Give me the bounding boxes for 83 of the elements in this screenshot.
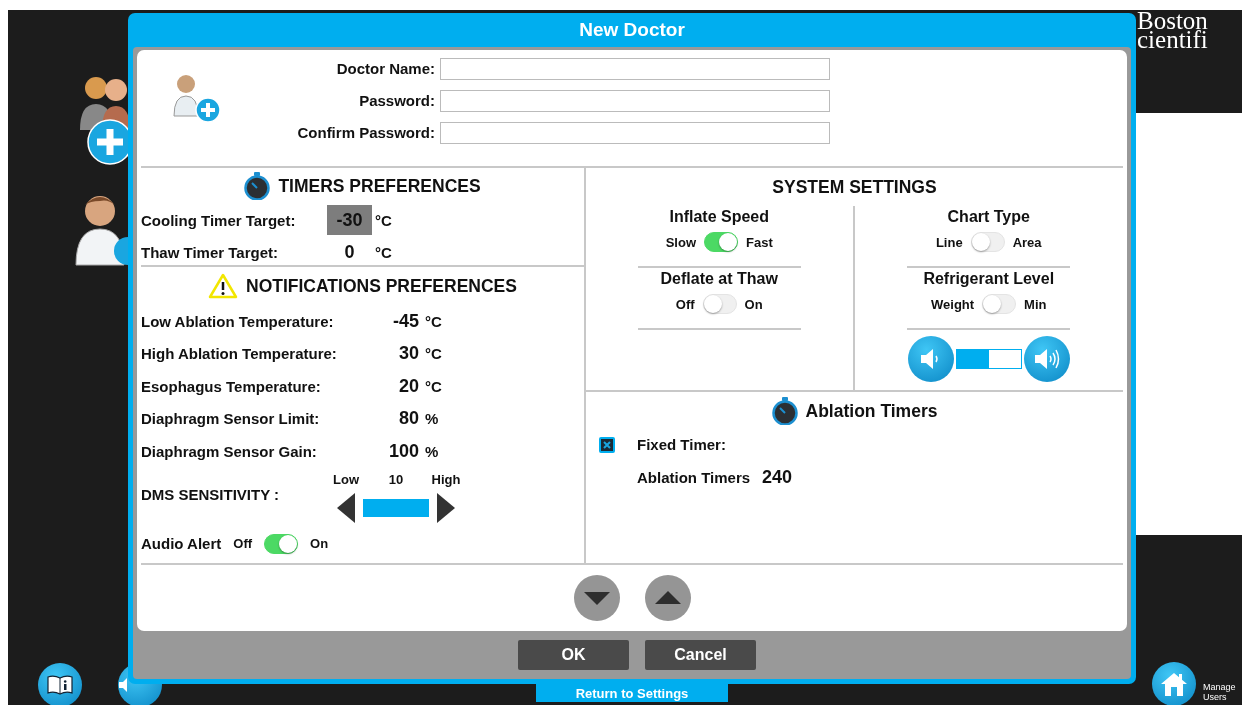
setting-title: Chart Type: [947, 208, 1030, 226]
setting-value[interactable]: 80: [377, 408, 419, 430]
toggle-switch[interactable]: [264, 533, 299, 554]
setting-label: Ablation Timers: [637, 469, 751, 486]
volume-up-button[interactable]: [1023, 336, 1070, 382]
value-field[interactable]: -30: [327, 205, 372, 235]
book-info-icon: [47, 675, 73, 695]
checkbox-label: Fixed Timer:: [637, 436, 726, 453]
setting-value[interactable]: 100: [377, 440, 419, 462]
scale-label: Low: [333, 471, 359, 489]
toggle-switch[interactable]: [982, 294, 1017, 314]
toggle-label: Fast: [746, 234, 773, 250]
scale-label: 10: [388, 471, 404, 489]
input-field[interactable]: [440, 58, 830, 80]
section-title: NOTIFICATIONS PREFERENCES: [246, 275, 517, 297]
scroll-down-button[interactable]: [573, 575, 620, 621]
setting-label: High Ablation Temperature:: [141, 345, 338, 363]
checkbox[interactable]: [599, 436, 615, 453]
volume-down-button[interactable]: [907, 336, 954, 382]
home-icon: [1160, 671, 1188, 697]
section-title: TIMERS PREFERENCES: [278, 175, 481, 197]
warning-icon: [208, 273, 238, 299]
toggle-label: Area: [1012, 234, 1042, 250]
toggle-label: Off: [675, 296, 695, 312]
manage-users-label: Manage Users: [1203, 682, 1237, 702]
setting-label: Audio Alert: [141, 535, 222, 552]
toggle-label: On: [744, 296, 763, 312]
setting-label: Diaphragm Sensor Gain:: [141, 442, 318, 460]
value-field[interactable]: 0: [327, 237, 372, 267]
setting-label: Esophagus Temperature:: [141, 377, 322, 395]
toggle-label: On: [310, 536, 329, 551]
logo-text: cientifi: [1137, 30, 1208, 49]
setting-label: Thaw Timer Target:: [141, 243, 279, 261]
stopwatch-icon: [244, 172, 271, 200]
up-triangle-icon: [654, 590, 681, 606]
setting-label: Diaphragm Sensor Limit:: [141, 410, 321, 428]
setting-title: Refrigerant Level: [923, 270, 1055, 288]
setting-title: Deflate at Thaw: [660, 270, 778, 288]
speaker-high-icon: [1032, 346, 1061, 372]
unit-label: °C: [425, 377, 443, 395]
stopwatch-icon: [771, 397, 798, 425]
toggle-label: Off: [233, 536, 253, 551]
scale-label: High: [431, 471, 461, 489]
setting-label: Low Ablation Temperature:: [141, 312, 335, 330]
input-field[interactable]: [440, 122, 830, 144]
section-title: SYSTEM SETTINGS: [771, 175, 938, 199]
setting-value[interactable]: 20: [377, 375, 419, 397]
setting-value: 240: [762, 467, 793, 488]
unit-label: °C: [374, 211, 393, 229]
volume-bar[interactable]: [955, 349, 1022, 369]
toggle-switch[interactable]: [704, 232, 739, 252]
scroll-up-button[interactable]: [644, 575, 691, 621]
toggle-label: Weight: [931, 296, 975, 312]
setting-value[interactable]: 30: [377, 343, 419, 365]
speaker-icon: [119, 677, 127, 693]
doctor-icon[interactable]: [74, 193, 130, 269]
setting-title: Inflate Speed: [669, 208, 770, 226]
ok-button[interactable]: OK: [518, 640, 629, 670]
cancel-button[interactable]: Cancel: [645, 640, 756, 670]
unit-label: °C: [374, 243, 393, 261]
dialog-title: New Doctor: [578, 18, 686, 42]
setting-label: Cooling Timer Target:: [141, 211, 297, 229]
setting-value[interactable]: -45: [377, 310, 419, 332]
field-label: Confirm Password:: [296, 123, 435, 143]
down-triangle-icon: [583, 590, 610, 606]
section-title: Ablation Timers: [805, 400, 938, 422]
logo-text: Boston: [1137, 11, 1208, 30]
toggle-switch[interactable]: [702, 294, 737, 314]
unit-label: °C: [425, 345, 443, 363]
toggle-switch[interactable]: [970, 232, 1005, 252]
unit-label: °C: [425, 312, 443, 330]
field-label: Password:: [358, 91, 435, 111]
setting-label: DMS SENSITIVITY :: [141, 486, 281, 505]
left-arrow-icon[interactable]: [337, 492, 355, 523]
field-label: Doctor Name:: [335, 59, 435, 79]
toggle-label: Min: [1024, 296, 1047, 312]
toggle-label: Line: [935, 234, 963, 250]
unit-label: %: [425, 410, 440, 428]
unit-label: %: [425, 442, 440, 460]
sensitivity-bar: [363, 498, 429, 517]
right-arrow-icon[interactable]: [437, 492, 455, 523]
toggle-label: Slow: [665, 234, 697, 250]
input-field[interactable]: [440, 90, 830, 112]
